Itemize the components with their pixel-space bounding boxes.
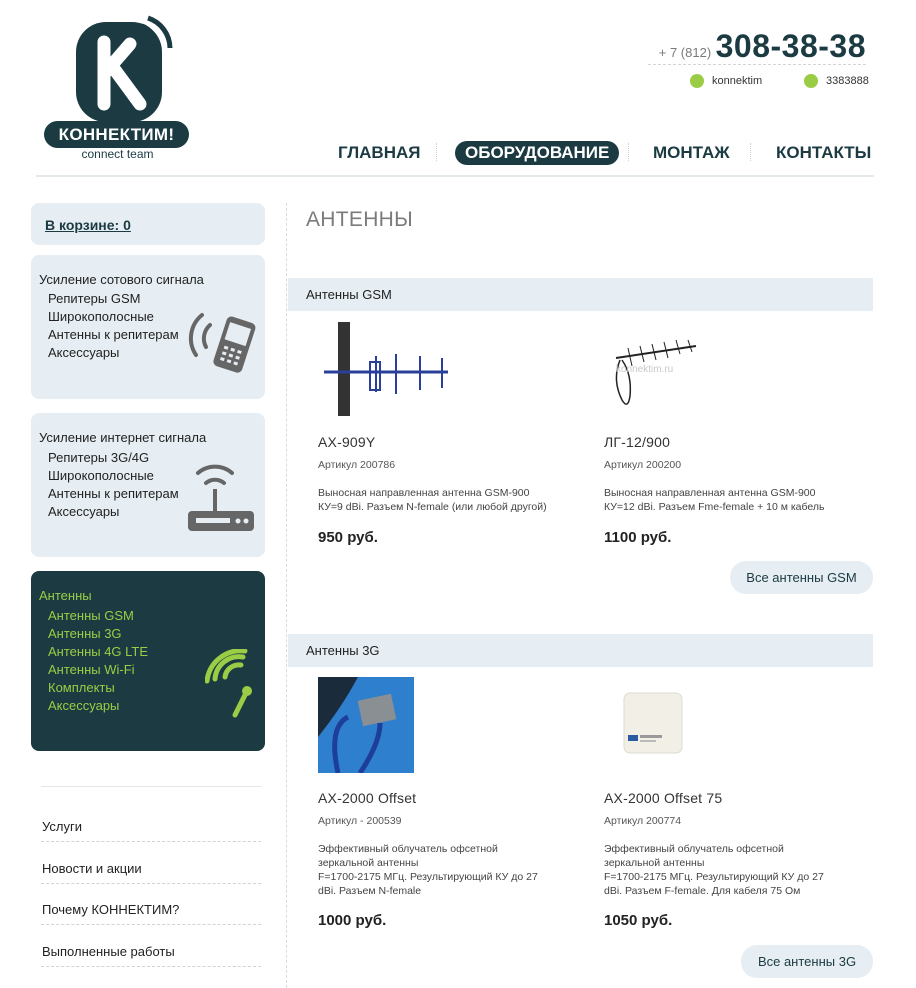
sidebar-link[interactable]: Новости и акции	[42, 861, 142, 876]
sidebar-item[interactable]: Антенны Wi-Fi	[48, 661, 148, 679]
product-name[interactable]: ЛГ-12/900	[604, 434, 670, 450]
panel-title[interactable]: Антенны	[39, 588, 92, 603]
product-image[interactable]	[604, 677, 700, 773]
all-3g-button[interactable]: Все антенны 3G	[741, 945, 873, 978]
sidebar-links: Услуги Новости и акции Почему КОННЕКТИМ?…	[41, 786, 261, 967]
panel-title[interactable]: Усиление сотового сигнала	[39, 272, 204, 287]
section-header: Антенны GSM	[288, 278, 873, 311]
description-line: F=1700-2175 МГц. Результирующий КУ до 27	[604, 871, 824, 883]
product-price: 1100 руб.	[604, 529, 672, 546]
icq-contact[interactable]: 3383888	[804, 74, 869, 88]
page-title: АНТЕННЫ	[306, 208, 414, 231]
nav-contacts[interactable]: КОНТАКТЫ	[776, 141, 871, 165]
sidebar-link[interactable]: Услуги	[42, 819, 82, 834]
phone-number: 308-38-38	[715, 28, 866, 64]
product-price: 950 руб.	[318, 529, 378, 546]
panel-title[interactable]: Усиление интернет сигнала	[39, 430, 206, 445]
product-price: 1000 руб.	[318, 912, 387, 929]
router-icon	[188, 464, 254, 531]
divider	[41, 924, 261, 925]
product-description: Выносная направленная антенна GSM-900 КУ…	[318, 486, 558, 514]
panel-list: Репитеры GSM Широкополосные Антенны к ре…	[48, 290, 179, 362]
description-line: Выносная направленная антенна GSM-900	[318, 487, 530, 499]
description-line: dBi. Разъем F-female. Для кабеля 75 Ом	[604, 885, 801, 897]
product-name[interactable]: AX-2000 Offset	[318, 790, 416, 806]
divider	[41, 841, 261, 842]
section-title: Антенны 3G	[306, 643, 380, 658]
product-name[interactable]: AX-2000 Offset 75	[604, 790, 722, 806]
nav-separator	[628, 143, 629, 161]
nav-separator	[436, 143, 437, 161]
mobile-phone-icon	[188, 313, 256, 373]
product-description: Эффективный облучатель офсетной зеркальн…	[318, 842, 558, 898]
sidebar-item[interactable]: Широкополосные	[48, 308, 179, 326]
skype-label: konnektim	[712, 75, 763, 87]
product-image[interactable]	[318, 677, 414, 773]
product-image[interactable]	[318, 320, 458, 418]
cart-box: В корзине: 0	[31, 203, 265, 245]
section-title: Антенны GSM	[306, 287, 392, 302]
panel-list: Антенны GSM Антенны 3G Антенны 4G LTE Ан…	[48, 607, 148, 715]
sidebar-item[interactable]: Репитеры 3G/4G	[48, 449, 179, 467]
description-line: Эффективный облучатель офсетной	[318, 843, 498, 855]
sidebar-item[interactable]: Широкополосные	[48, 467, 179, 485]
description-line: зеркальной антенны	[604, 857, 705, 869]
section-header: Антенны 3G	[288, 634, 873, 667]
sidebar-item[interactable]: Антенны к репитерам	[48, 326, 179, 344]
product-name[interactable]: AX-909Y	[318, 434, 375, 450]
description-line: КУ=12 dBi. Разъем Fme-female + 10 м кабе…	[604, 501, 825, 513]
all-gsm-button[interactable]: Все антенны GSM	[730, 561, 873, 594]
panel-list: Репитеры 3G/4G Широкополосные Антенны к …	[48, 449, 179, 521]
nav-main[interactable]: ГЛАВНАЯ	[338, 141, 420, 165]
description-line: зеркальной антенны	[318, 857, 419, 869]
sidebar-item[interactable]: Репитеры GSM	[48, 290, 179, 308]
column-divider	[286, 203, 287, 988]
nav-separator	[750, 143, 751, 161]
sidebar-item[interactable]: Аксессуары	[48, 697, 148, 715]
divider	[41, 883, 261, 884]
logo-tagline: connect team	[81, 147, 154, 161]
product-image[interactable]: konnektim.ru	[604, 320, 704, 418]
product-article: Артикул 200200	[604, 459, 682, 471]
sidebar-item[interactable]: Антенны 4G LTE	[48, 643, 148, 661]
sidebar-item[interactable]: Аксессуары	[48, 344, 179, 362]
phone: + 7 (812) 308-38-38	[659, 28, 866, 65]
phone-prefix: + 7 (812)	[658, 45, 712, 60]
skype-icon	[690, 74, 704, 88]
skype-contact[interactable]: konnektim	[690, 74, 762, 88]
description-line: F=1700-2175 МГц. Результирующий КУ до 27	[318, 871, 538, 883]
antennas-panel: Антенны Антенны GSM Антенны 3G Антенны 4…	[31, 571, 265, 751]
product-price: 1050 руб.	[604, 912, 673, 929]
icq-icon	[804, 74, 818, 88]
sidebar-item[interactable]: Антенны GSM	[48, 607, 148, 625]
sidebar-item[interactable]: Аксессуары	[48, 503, 179, 521]
sidebar-item[interactable]: Антенны к репитерам	[48, 485, 179, 503]
product-article: Артикул 200774	[604, 815, 682, 827]
description-line: Выносная направленная антенна GSM-900	[604, 487, 816, 499]
divider	[41, 966, 261, 967]
product-description: Выносная направленная антенна GSM-900 КУ…	[604, 486, 844, 514]
internet-signal-panel: Усиление интернет сигнала Репитеры 3G/4G…	[31, 413, 265, 557]
image-watermark: konnektim.ru	[616, 364, 673, 375]
cart-link[interactable]: В корзине: 0	[45, 217, 131, 233]
product-description: Эффективный облучатель офсетной зеркальн…	[604, 842, 844, 898]
header-divider	[36, 175, 874, 177]
product-article: Артикул 200786	[318, 459, 396, 471]
nav-installation[interactable]: МОНТАЖ	[653, 141, 730, 165]
product-article: Артикул - 200539	[318, 815, 402, 827]
antenna-signal-icon	[205, 649, 252, 718]
icq-label: 3383888	[826, 75, 869, 87]
sidebar-link[interactable]: Выполненные работы	[42, 944, 175, 959]
description-line: Эффективный облучатель офсетной	[604, 843, 784, 855]
description-line: КУ=9 dBi. Разъем N-female (или любой дру…	[318, 501, 547, 513]
nav-equipment[interactable]: ОБОРУДОВАНИЕ	[455, 141, 620, 165]
sidebar-item[interactable]: Антенны 3G	[48, 625, 148, 643]
logo-wordmark: КОННЕКТИМ!	[44, 121, 189, 148]
sidebar-link[interactable]: Почему КОННЕКТИМ?	[42, 902, 179, 917]
cell-signal-panel: Усиление сотового сигнала Репитеры GSM Ш…	[31, 255, 265, 399]
description-line: dBi. Разъем N-female	[318, 885, 422, 897]
sidebar-item[interactable]: Комплекты	[48, 679, 148, 697]
divider	[648, 64, 866, 65]
